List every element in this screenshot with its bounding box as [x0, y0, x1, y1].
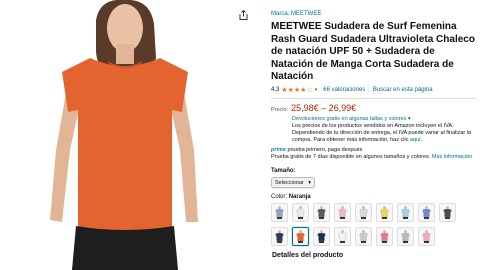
shirt-thumbnail — [443, 206, 452, 220]
shirt-thumbnail — [296, 230, 305, 244]
shirt-thumbnail — [275, 206, 284, 220]
returns-info: Devoluciones gratis en algunas tallas y … — [292, 116, 476, 145]
color-swatch[interactable] — [271, 227, 288, 247]
free-returns-label: Devoluciones gratis en algunas tallas y … — [292, 115, 407, 122]
shirt-thumbnail — [317, 206, 326, 220]
prime-info: prime prueba primero, paga después Prueb… — [271, 147, 476, 161]
product-details-heading: Detalles del producto — [272, 252, 344, 259]
reviews-link[interactable]: 66 valoraciones — [323, 87, 365, 93]
product-info: Marca: MEETWEE MEETWEE Sudadera de Surf … — [271, 2, 476, 251]
shirt-thumbnail — [359, 230, 368, 244]
size-label: Tamaño: — [271, 168, 296, 175]
product-image[interactable] — [0, 0, 258, 270]
product-title: MEETWEE Sudadera de Surf Femenina Rash G… — [271, 21, 475, 82]
free-returns-link[interactable]: Devoluciones gratis en algunas tallas y … — [292, 116, 476, 123]
prime-trial-text: Prueba gratis de 7 días disponible en al… — [271, 154, 431, 161]
shirt-thumbnail — [338, 206, 347, 220]
separator: | — [368, 86, 370, 93]
brand-link[interactable]: Marca: MEETWEE — [271, 11, 321, 17]
shirt-thumbnail — [401, 230, 410, 244]
prime-logo: prime — [271, 147, 286, 154]
color-swatch[interactable] — [355, 227, 372, 247]
shirt-thumbnail — [422, 206, 431, 220]
color-swatch[interactable] — [376, 203, 393, 223]
color-swatch[interactable] — [355, 203, 372, 223]
color-swatch[interactable] — [439, 203, 456, 223]
vat-text: Los precios de los productos vendidos en… — [292, 123, 476, 145]
search-page-link[interactable]: Buscar en esta página — [373, 87, 433, 93]
color-swatch[interactable] — [313, 203, 330, 223]
color-swatch[interactable] — [376, 227, 393, 247]
share-icon[interactable] — [236, 8, 250, 22]
shirt-thumbnail — [380, 206, 389, 220]
divider — [271, 97, 476, 99]
color-label-text: Color: — [271, 194, 288, 201]
size-select-value: Seleccionar — [275, 179, 304, 186]
shirt-thumbnail — [422, 230, 431, 244]
model-photo — [50, 0, 198, 270]
shirt-thumbnail — [401, 206, 410, 220]
shirt-thumbnail — [275, 230, 284, 244]
price-range: 25,98€ – 26,99€ — [291, 102, 357, 113]
color-value: Naranja — [288, 194, 311, 201]
vat-text-body: Los precios de los productos vendidos en… — [292, 122, 472, 144]
prime-tagline: prueba primero, paga después — [287, 147, 363, 154]
chevron-down-icon: ▾ — [308, 179, 311, 186]
shirt-thumbnail — [338, 230, 347, 244]
more-info-link[interactable]: Más información — [432, 154, 472, 160]
shirt-thumbnail — [359, 206, 368, 220]
price-row: Precio: 25,98€ – 26,99€ — [271, 103, 476, 113]
color-swatch[interactable] — [397, 203, 414, 223]
color-swatch[interactable] — [397, 227, 414, 247]
color-swatch[interactable] — [418, 227, 435, 247]
rating-value: 4,3 — [271, 86, 280, 93]
color-swatch[interactable] — [418, 203, 435, 223]
shirt-thumbnail — [380, 230, 389, 244]
size-select[interactable]: Seleccionar ▾ — [271, 177, 315, 189]
color-swatches — [271, 203, 476, 251]
shirt-thumbnail — [317, 230, 326, 244]
color-swatch[interactable] — [313, 227, 330, 247]
price-label: Precio: — [271, 106, 289, 113]
color-swatch[interactable] — [334, 227, 351, 247]
rating-row: 4,3 ★★★★☆ ▾ 66 valoraciones | Buscar en … — [271, 86, 476, 94]
stars-icon[interactable]: ★★★★☆ — [281, 86, 312, 94]
chevron-down-icon[interactable]: ▾ — [315, 87, 318, 93]
vat-here-link[interactable]: aquí. — [410, 137, 422, 143]
shirt-thumbnail — [296, 206, 305, 220]
color-swatch[interactable] — [292, 227, 309, 247]
color-swatch[interactable] — [334, 203, 351, 223]
color-swatch[interactable] — [271, 203, 288, 223]
color-swatch[interactable] — [292, 203, 309, 223]
color-label: Color: Naranja — [271, 194, 476, 200]
